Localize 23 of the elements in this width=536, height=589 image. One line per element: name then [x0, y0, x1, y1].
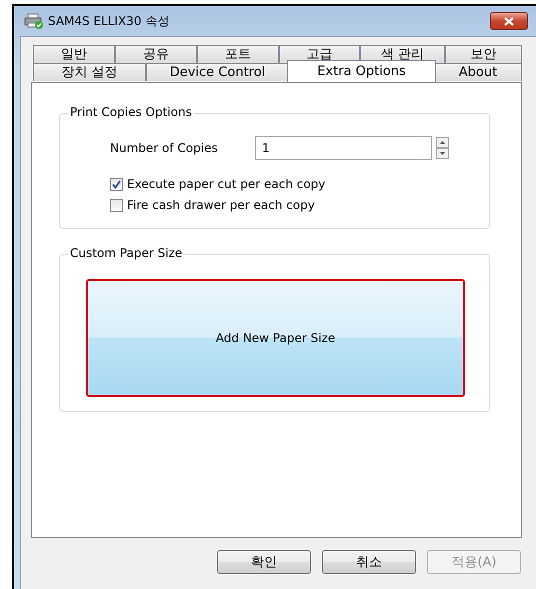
group-title: Custom Paper Size: [68, 246, 184, 260]
close-icon: [504, 16, 514, 26]
checkbox[interactable]: Execute paper cut per each copy: [110, 177, 477, 191]
tab[interactable]: 포트: [196, 45, 280, 63]
tab[interactable]: Extra Options: [287, 60, 436, 82]
field-label: Number of Copies: [110, 141, 219, 155]
tab[interactable]: 보안: [444, 45, 522, 63]
printer-icon: [24, 13, 44, 29]
close-button[interactable]: [490, 12, 528, 30]
add-paper-size-button[interactable]: Add New Paper Size: [86, 279, 465, 397]
copies-input-field[interactable]: 1: [255, 136, 432, 160]
dialog-button[interactable]: 확인: [217, 550, 311, 574]
tab[interactable]: 일반: [33, 45, 116, 63]
tab[interactable]: 장치 설정: [33, 63, 146, 81]
dialog-button[interactable]: 취소: [322, 550, 416, 574]
window-title: SAM4S ELLIX30 속성: [48, 12, 170, 30]
tab[interactable]: About: [434, 63, 522, 81]
spin-up-icon[interactable]: [436, 137, 449, 148]
tab[interactable]: Device Control: [146, 63, 289, 81]
group-title: Print Copies Options: [68, 105, 194, 119]
spin-down-icon[interactable]: [436, 148, 449, 159]
checkbox[interactable]: Fire cash drawer per each copy: [110, 198, 477, 212]
tab[interactable]: 공유: [115, 45, 197, 63]
